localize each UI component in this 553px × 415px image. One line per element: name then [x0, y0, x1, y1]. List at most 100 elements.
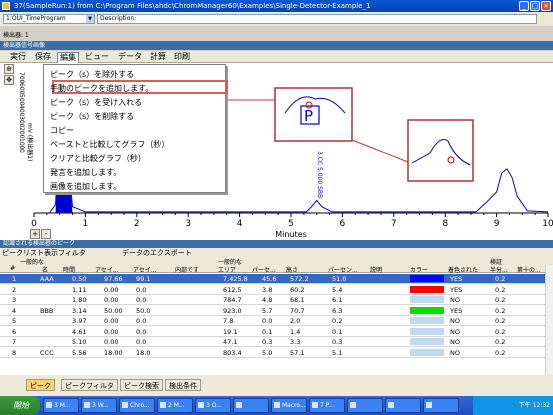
taskbar-item[interactable]: 3 W... [81, 398, 117, 413]
menu-run[interactable]: 実行 [8, 52, 28, 62]
cell-a2: 18.0 [136, 348, 151, 357]
zoom-out-button[interactable]: - [41, 229, 51, 239]
menu-item-clear-compare[interactable]: クリアと比較グラフ（秒） [50, 153, 146, 164]
taskbar-item[interactable] [385, 398, 421, 413]
cell-a2: 99.1 [136, 275, 151, 283]
cell-pct: 4.8 [262, 296, 273, 304]
taskbar-item[interactable]: 3 O... [195, 398, 231, 413]
x-tick-label: 4 [237, 219, 243, 229]
color-swatch[interactable] [410, 327, 444, 335]
cell-a2: 0.0 [136, 285, 147, 294]
menu-print[interactable]: 印刷 [172, 52, 192, 62]
method-select[interactable]: 1:OUI_TimeProgram ▼ [3, 14, 95, 24]
minimize-button[interactable]: _ [519, 1, 529, 11]
y-axis-label: mV (検出器1) [26, 123, 34, 161]
x-tick-label: 7 [391, 219, 397, 229]
taskbar-item-label: 2 M... [168, 402, 185, 409]
cell-half: 0.2 [495, 285, 506, 294]
menu-item-add-image[interactable]: 画像を追加します。 [50, 181, 121, 192]
table-row[interactable]: 4 BBB 3.14 50.00 50.0 923.0 5.7 70.7 6.3 YES 0.2 [0, 306, 553, 316]
taskbar-item[interactable] [233, 398, 269, 413]
color-swatch[interactable] [410, 338, 444, 345]
menu-calc[interactable]: 計算 [148, 52, 168, 62]
table-row[interactable]: 3 1.80 0.00 0.0 784.7 4.8 68.1 6.1 NO 0.2 [0, 295, 553, 305]
window-icon [426, 402, 432, 408]
cell-half: 0.2 [495, 338, 506, 346]
tab-peak-search[interactable]: ピーク検索 [120, 379, 163, 391]
color-swatch[interactable] [410, 275, 444, 282]
cell-n: 8 [12, 348, 17, 357]
table-scrollbar[interactable] [545, 265, 553, 375]
color-swatch[interactable] [410, 296, 444, 303]
menu-item-add-remark[interactable]: 発言を追加します。 [50, 167, 121, 178]
table-row[interactable]: 1 AAA 0.50 97.66 99.1 7,425.8 45.6 572.2 51.0 YES… [0, 274, 553, 284]
taskbar-item-label: 3 W... [92, 402, 109, 409]
cell-height: 3.3 [290, 338, 301, 346]
chevron-down-icon[interactable]: ▼ [86, 15, 94, 23]
tab-peak-filter[interactable]: ピークフィルタ [61, 379, 118, 391]
window-icon [274, 402, 280, 408]
tab-peaks[interactable]: ピーク [26, 379, 55, 391]
menu-item-delete-peaks[interactable]: ピーク（s）を削除する [50, 111, 134, 122]
table-row[interactable]: 6 4.61 0.00 0.0 19.1 0.1 1.4 0.1 NO 0.2 [0, 327, 553, 337]
x-tick-label: 10 [542, 219, 553, 229]
cell-pct: 3.8 [262, 285, 273, 294]
tab-detection-conditions[interactable]: 検出条件 [165, 379, 201, 391]
taskbar-item-label: 3 M... [54, 402, 71, 409]
start-button[interactable]: 開始 [0, 396, 40, 415]
taskbar-item[interactable]: 3 M... [43, 398, 79, 413]
taskbar: 開始 3 M... 3 W... Chro... 2 M... 3 O... Macro.… [0, 396, 553, 415]
cell-n: 6 [12, 327, 17, 336]
window-icon [84, 402, 90, 408]
table-row[interactable]: 2 1.11 0.00 0.0 612.5 3.8 60.2 5.4 YES 0.2 [0, 285, 553, 295]
menu-save[interactable]: 保存 [33, 52, 53, 62]
cell-name: CCC [40, 348, 54, 357]
zoom-in-button[interactable]: + [30, 229, 40, 239]
description-field[interactable]: Description: [97, 14, 537, 24]
table-row[interactable]: 7 5.10 0.00 0.0 47.1 0.3 3.3 0.3 NO 0.2 [0, 337, 553, 347]
cell-height: 70.7 [290, 306, 305, 315]
table-row[interactable]: 5 3.97 0.00 0.0 7.8 0.0 2.0 0.2 NO 0.2 [0, 316, 553, 326]
menu-data[interactable]: データ [116, 52, 144, 62]
cell-a1: 0.00 [104, 296, 119, 304]
x-tick-label: 3 [185, 219, 191, 229]
cell-time: 3.97 [72, 317, 87, 325]
color-swatch[interactable] [410, 348, 444, 356]
cell-colored: NO [450, 317, 460, 325]
cell-pct: 0.1 [262, 327, 273, 336]
taskbar-item[interactable] [347, 398, 383, 413]
window-icon [312, 402, 318, 408]
taskbar-item[interactable]: Macro... [271, 398, 307, 413]
menu-item-copy[interactable]: コピー [50, 125, 74, 136]
menu-item-accept-peaks[interactable]: ピーク（s）を受け入れる [50, 97, 142, 108]
taskbar-item[interactable]: 2 M... [157, 398, 193, 413]
color-swatch[interactable] [410, 285, 444, 293]
taskbar-item[interactable]: Chro... [119, 398, 155, 413]
taskbar-item[interactable] [423, 398, 459, 413]
taskbar-item[interactable]: 7 P... [309, 398, 345, 413]
cell-a2: 0.0 [136, 296, 147, 304]
app-icon [2, 2, 10, 10]
close-button[interactable]: × [541, 1, 551, 11]
window-icon [160, 402, 166, 408]
table-row[interactable]: 8 CCC 5.56 18.00 18.0 803.4 5.0 57.1 5.1 NO 0.2 [0, 348, 553, 358]
cell-n: 7 [12, 338, 17, 346]
cell-time: 5.56 [72, 348, 87, 357]
cell-time: 5.10 [72, 338, 87, 346]
cell-hpct: 51.0 [332, 275, 347, 283]
color-swatch[interactable] [410, 306, 444, 314]
zoom-tool-icon[interactable]: ⊕ [4, 64, 14, 74]
menu-item-paste-compare[interactable]: ペーストと比較してグラフ（秒） [50, 139, 169, 150]
cell-hpct: 0.1 [332, 327, 343, 336]
taskbar-item-label: 3 O... [206, 402, 222, 409]
maximize-button[interactable]: □ [530, 1, 540, 11]
color-swatch[interactable] [410, 317, 444, 324]
peak-label: 3.CC 5.000 SBB [316, 151, 323, 198]
menu-item-add-manual-peak[interactable]: 手動のピークを追加します。 [50, 83, 153, 94]
cell-height: 1.4 [290, 327, 301, 336]
cell-a1: 0.00 [104, 317, 119, 325]
menu-item-exclude-peaks[interactable]: ピーク（s）を除外する [50, 69, 134, 80]
pan-tool-icon[interactable]: ✥ [4, 75, 14, 85]
menu-view[interactable]: ビュー [83, 52, 111, 62]
cell-hpct: 6.1 [332, 296, 343, 304]
